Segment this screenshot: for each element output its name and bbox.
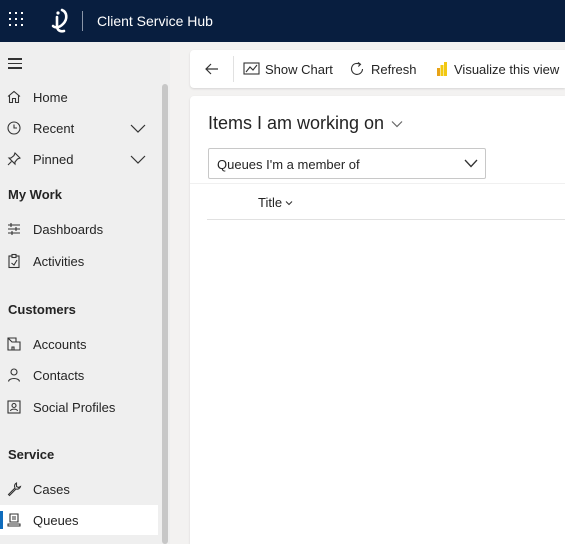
- sidebar-item-label: Queues: [33, 513, 79, 528]
- back-arrow-icon: [205, 63, 218, 75]
- refresh-icon: [350, 62, 364, 75]
- sidebar-item-label: Accounts: [33, 337, 87, 352]
- dashboard-icon: [8, 223, 20, 235]
- sidebar-item-recent[interactable]: Recent: [0, 113, 158, 143]
- view-selector[interactable]: Items I am working on: [208, 113, 403, 134]
- section-customers: Customers: [8, 302, 76, 317]
- column-header-title[interactable]: Title: [258, 195, 293, 210]
- sidebar-item-home[interactable]: Home: [0, 82, 158, 112]
- sidebar-item-label: Pinned: [33, 152, 74, 167]
- top-navigation-bar: Client Service Hub: [0, 0, 565, 42]
- show-chart-label: Show Chart: [265, 61, 333, 77]
- grid-top-divider: [190, 183, 565, 184]
- sidebar-item-contacts[interactable]: Contacts: [0, 360, 158, 390]
- sidebar-item-social-profiles[interactable]: Social Profiles: [0, 392, 158, 422]
- show-chart-button[interactable]: Show Chart: [243, 50, 333, 88]
- back-button[interactable]: [204, 50, 225, 88]
- hamburger-menu-icon[interactable]: [8, 58, 22, 69]
- queue-icon: [7, 513, 21, 527]
- sidebar-item-queues[interactable]: Queues: [0, 505, 158, 535]
- clock-icon: [7, 121, 21, 135]
- sidebar-item-pinned[interactable]: Pinned: [0, 144, 158, 174]
- column-header-label: Title: [258, 195, 283, 210]
- power-bi-icon: [437, 62, 447, 76]
- refresh-button[interactable]: Refresh: [349, 50, 417, 88]
- building-icon: [7, 337, 21, 351]
- chevron-down-icon[interactable]: [130, 122, 146, 134]
- active-indicator: [0, 511, 3, 529]
- pin-icon: [7, 152, 21, 166]
- clipboard-icon: [8, 253, 20, 269]
- section-service: Service: [8, 447, 55, 462]
- sidebar-item-cases[interactable]: Cases: [0, 474, 158, 504]
- sidebar-scrollbar[interactable]: [162, 84, 168, 544]
- chevron-down-icon[interactable]: [130, 153, 146, 165]
- sidebar-item-activities[interactable]: Activities: [0, 246, 158, 276]
- command-divider: [233, 56, 234, 82]
- refresh-label: Refresh: [371, 61, 417, 77]
- section-my-work: My Work: [8, 187, 62, 202]
- sidebar-item-label: Contacts: [33, 368, 85, 383]
- app-title[interactable]: Client Service Hub: [97, 13, 213, 29]
- sidebar: Home Recent Pinned My Work Dashboards Ac…: [0, 42, 170, 544]
- chevron-down-icon: [285, 200, 293, 205]
- wrench-icon: [7, 482, 22, 497]
- chevron-down-icon: [464, 159, 478, 168]
- sidebar-item-label: Recent: [33, 121, 75, 136]
- topbar-divider: [82, 11, 83, 31]
- sidebar-item-label: Dashboards: [33, 222, 104, 237]
- sidebar-item-label: Activities: [33, 254, 85, 269]
- view-title: Items I am working on: [208, 113, 385, 133]
- sidebar-item-label: Cases: [33, 482, 70, 497]
- sidebar-item-dashboards[interactable]: Dashboards: [0, 214, 158, 244]
- sidebar-item-accounts[interactable]: Accounts: [0, 329, 158, 359]
- grid-header-divider: [207, 219, 565, 220]
- command-bar: Show Chart Refresh Visualize this view: [190, 50, 565, 88]
- app-launcher-icon[interactable]: [9, 12, 23, 26]
- sidebar-item-label: Home: [33, 90, 68, 105]
- chevron-down-icon: [391, 120, 403, 127]
- app-logo-icon: [51, 8, 68, 33]
- person-icon: [7, 368, 21, 382]
- main-content: Items I am working on Queues I'm a membe…: [190, 96, 565, 544]
- visualize-button[interactable]: Visualize this view: [435, 50, 559, 88]
- home-icon: [7, 90, 21, 104]
- profile-card-icon: [7, 400, 21, 414]
- visualize-label: Visualize this view: [454, 61, 560, 77]
- sidebar-item-label: Social Profiles: [33, 400, 116, 415]
- queue-filter-value: Queues I'm a member of: [217, 157, 360, 172]
- chart-icon: [243, 62, 260, 75]
- queue-filter-select[interactable]: Queues I'm a member of: [208, 148, 486, 179]
